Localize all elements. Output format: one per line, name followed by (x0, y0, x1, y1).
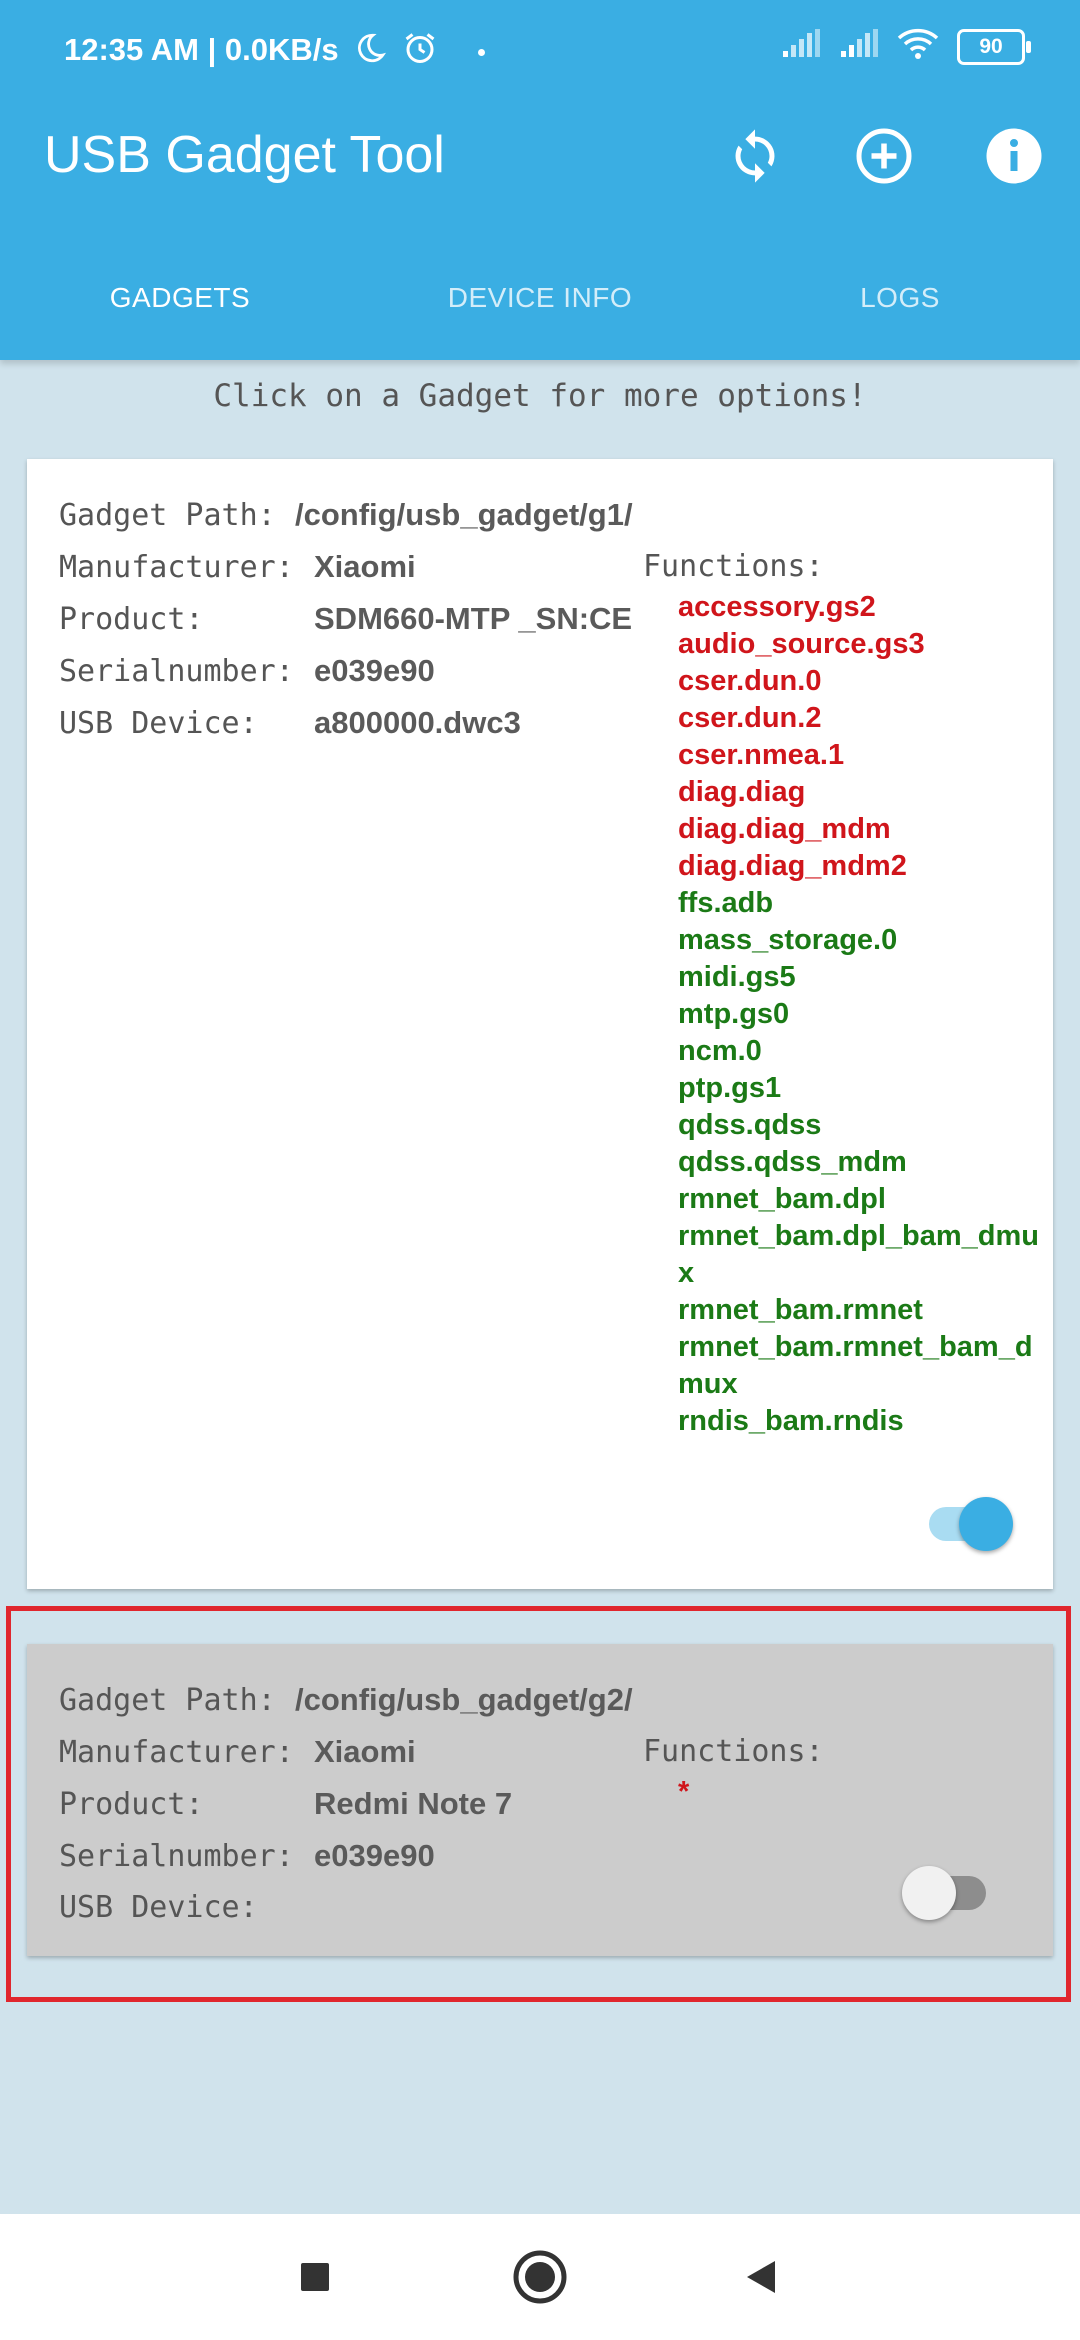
signal-icon (781, 29, 821, 64)
function-item: accessory.gs2 (678, 591, 876, 623)
hint-text: Click on a Gadget for more options! (213, 378, 867, 414)
function-item: ffs.adb (678, 887, 774, 919)
navigation-bar (0, 2214, 1080, 2340)
serialnumber-value: e039e90 (314, 653, 435, 688)
battery-icon: 90 (957, 28, 1031, 65)
function-item: ptp.gs1 (678, 1072, 782, 1104)
function-item: midi.gs5 (678, 961, 796, 993)
dot-icon (478, 48, 486, 56)
function-item: cser.nmea.1 (678, 739, 845, 771)
triangle-icon (747, 2261, 775, 2293)
home-button[interactable] (505, 2242, 575, 2312)
tab-bar: GADGETS DEVICE INFO LOGS (0, 235, 1080, 360)
tab-logs[interactable]: LOGS (720, 235, 1080, 360)
moon-icon (353, 31, 387, 73)
gadget-card-g1[interactable]: Gadget Path: /config/usb_gadget/g1/ Manu… (27, 459, 1053, 1589)
manufacturer-label: Manufacturer: (59, 550, 294, 585)
function-item: audio_source.gs3 (678, 628, 925, 660)
function-item: qdss.qdss_mdm (678, 1146, 907, 1178)
info-icon (986, 128, 1042, 184)
alarm-icon (402, 30, 438, 74)
refresh-button[interactable] (719, 120, 791, 192)
back-button[interactable] (726, 2242, 796, 2312)
product-value: SDM660-MTP _SN:CED (314, 601, 634, 636)
app-bar: 12:35 AM | 0.0KB/s 90 USB Gadget Tool GA… (0, 0, 1080, 360)
function-item: diag.diag_mdm (678, 813, 891, 845)
app-title: USB Gadget Tool (44, 126, 445, 184)
function-item: ncm.0 (678, 1035, 762, 1067)
usb-device-label: USB Device: (59, 706, 258, 741)
info-button[interactable] (978, 120, 1050, 192)
status-bar: 12:35 AM | 0.0KB/s 90 (0, 0, 1080, 100)
gadget-path-label: Gadget Path: (59, 498, 276, 533)
function-item: cser.dun.0 (678, 665, 822, 697)
circle-icon (513, 2250, 567, 2304)
toggle-thumb (959, 1497, 1013, 1551)
status-icons: 90 (781, 28, 1031, 65)
function-item: rmnet_bam.dpl (678, 1183, 886, 1215)
function-item: diag.diag_mdm2 (678, 850, 907, 882)
function-item: mass_storage.0 (678, 924, 898, 956)
functions-label: Functions: (643, 549, 824, 584)
gadget-path-value: /config/usb_gadget/g1/ (295, 497, 633, 532)
tab-device-info[interactable]: DEVICE INFO (360, 235, 720, 360)
selection-highlight (6, 1606, 1071, 2002)
function-item: rndis_bam.rndis (678, 1405, 904, 1437)
status-time: 12:35 AM | 0.0KB/s (64, 30, 486, 74)
add-button[interactable] (848, 120, 920, 192)
square-icon (301, 2263, 329, 2291)
product-label: Product: (59, 602, 204, 637)
wifi-icon (897, 28, 939, 65)
function-item: rmnet_bam.dpl_bam_dmux (678, 1220, 1039, 1289)
recents-button[interactable] (280, 2242, 350, 2312)
function-item: diag.diag (678, 776, 806, 808)
function-item: cser.dun.2 (678, 702, 822, 734)
refresh-icon (735, 129, 775, 183)
function-item: qdss.qdss (678, 1109, 822, 1141)
usb-device-value: a800000.dwc3 (314, 705, 521, 740)
add-icon (856, 128, 912, 184)
manufacturer-value: Xiaomi (314, 549, 416, 584)
tab-gadgets[interactable]: GADGETS (0, 235, 360, 360)
serialnumber-label: Serialnumber: (59, 654, 294, 689)
signal-icon (839, 29, 879, 64)
function-item: rmnet_bam.rmnet_bam_dmux (678, 1331, 1033, 1400)
function-item: mtp.gs0 (678, 998, 790, 1030)
gadget-enable-toggle[interactable] (921, 1495, 1013, 1551)
function-list: accessory.gs2 audio_source.gs3 cser.dun.0 c… (678, 589, 1048, 1440)
function-item: rmnet_bam.rmnet (678, 1294, 923, 1326)
